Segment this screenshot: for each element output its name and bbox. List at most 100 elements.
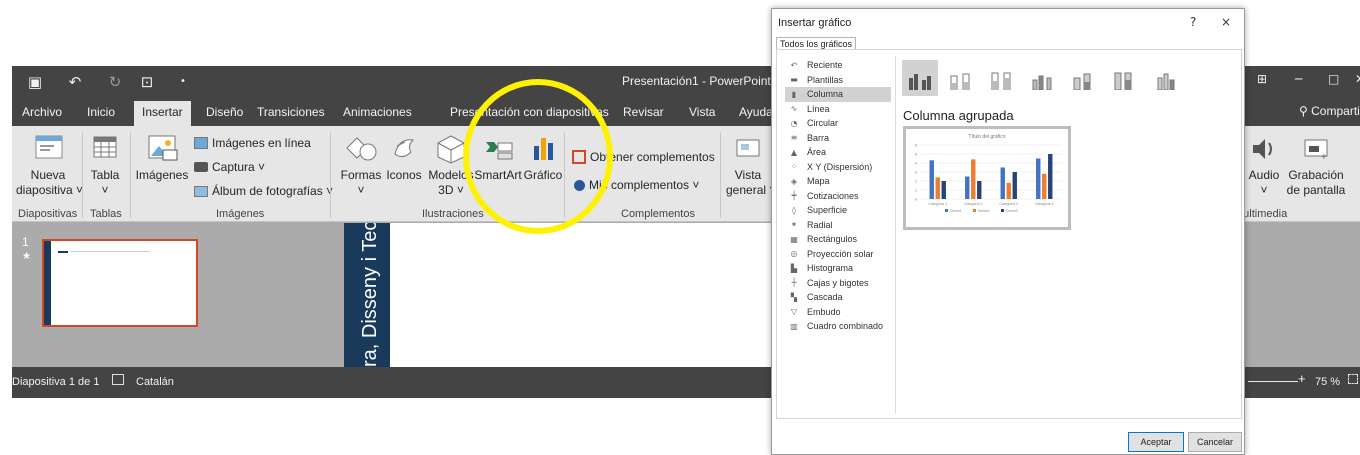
subtype-stacked-column[interactable] <box>943 60 979 96</box>
new-slide-button[interactable]: Nueva diapositiva ˅ <box>16 134 83 198</box>
legend-label: Series3 <box>1006 209 1018 213</box>
tab-archivo[interactable]: Archivo <box>22 105 62 119</box>
stock-chart-icon: ┿ <box>791 191 797 201</box>
dialog-close-button[interactable]: × <box>1221 15 1231 29</box>
subtype-100-stacked-column[interactable] <box>984 60 1020 96</box>
zoom-overview-button[interactable]: Vista general ˅ <box>726 134 776 198</box>
screen-recording-button[interactable]: + Grabación de pantalla <box>1284 134 1348 198</box>
category-item[interactable]: ▲ Área <box>785 145 891 160</box>
screen-record-icon: + <box>1304 139 1328 163</box>
table-button[interactable]: Tabla ˅ <box>88 134 122 198</box>
category-item[interactable]: ▮ Columna <box>785 87 891 102</box>
audio-button[interactable]: Audio ˅ <box>1244 134 1284 198</box>
photo-album-button[interactable]: Álbum de fotografías ˅ <box>194 184 333 198</box>
present-icon[interactable]: ⊡ <box>134 70 160 94</box>
category-item[interactable]: ∿ Línea <box>785 102 891 117</box>
chart-subtype-list <box>902 60 1184 96</box>
share-button[interactable]: ⚲ Comparti <box>1299 104 1360 118</box>
icons-label: Iconos <box>386 168 422 182</box>
category-label: Área <box>807 147 827 158</box>
category-item[interactable]: ◔ Circular <box>785 116 891 131</box>
chart-bar <box>1006 182 1011 199</box>
tab-insertar[interactable]: Insertar <box>134 101 191 126</box>
redo-icon[interactable]: ↻ <box>102 70 128 94</box>
language-label[interactable]: Catalán <box>136 376 174 388</box>
category-label: Radial <box>807 219 833 230</box>
chart-bar <box>929 160 934 199</box>
category-item[interactable]: ┿ Cotizaciones <box>785 189 891 204</box>
slide-thumbnail[interactable] <box>42 239 198 327</box>
screenshot-label: Captura ˅ <box>212 160 266 174</box>
window-title: Presentación1 - PowerPoint <box>622 74 771 88</box>
tab-vista[interactable]: Vista <box>689 105 715 119</box>
tab-transiciones[interactable]: Transiciones <box>257 105 325 119</box>
subtype-3d-clustered-column[interactable] <box>1025 60 1061 96</box>
category-item[interactable]: ↶ Reciente <box>785 58 891 73</box>
subtype-3d-stacked-column[interactable] <box>1066 60 1102 96</box>
chart-preview[interactable]: Título del gráfico 0 1 2 3 4 5 6 Categoría 1 Cate… <box>903 126 1071 230</box>
help-button[interactable]: ? <box>1190 15 1196 29</box>
treemap-chart-icon: ▦ <box>790 234 798 244</box>
y-tick-label: 2 <box>915 179 918 184</box>
table-label: Tabla <box>90 168 120 182</box>
3d-stacked-column-icon <box>1073 73 1091 90</box>
3d-percent-stacked-column-icon <box>1114 72 1132 90</box>
close-icon[interactable]: ✕ <box>1355 72 1360 86</box>
combo-chart-icon: ▥ <box>790 321 798 331</box>
screenshot-button[interactable]: Captura ˅ <box>194 160 265 174</box>
zoom-level[interactable]: 75 % <box>1315 376 1340 388</box>
online-pictures-button[interactable]: Imágenes en línea <box>194 136 311 150</box>
category-item[interactable]: ▙ Histograma <box>785 261 891 276</box>
shapes-dropdown-icon: ˅ <box>357 183 365 197</box>
zoom-slider[interactable] <box>1248 381 1298 382</box>
icons-button[interactable]: Iconos <box>382 134 426 183</box>
customize-qat-icon[interactable]: • <box>170 70 196 94</box>
sunburst-chart-icon: ◎ <box>790 249 798 259</box>
subtype-clustered-column[interactable] <box>902 60 938 96</box>
album-icon <box>194 185 208 197</box>
group-ilustraciones: Ilustraciones <box>422 208 484 220</box>
category-item[interactable]: ✶ Radial <box>785 218 891 233</box>
category-item[interactable]: ◊ Superficie <box>785 203 891 218</box>
ok-button[interactable]: Aceptar <box>1128 432 1184 452</box>
category-label: Superficie <box>807 205 848 216</box>
category-item[interactable]: ┼ Cajas y bigotes <box>785 276 891 291</box>
category-item[interactable]: ▬ Plantillas <box>785 73 891 88</box>
ribbon-display-icon[interactable]: ⊞ <box>1257 72 1267 86</box>
shapes-icon <box>346 137 377 161</box>
subtype-3d-column[interactable] <box>1148 60 1184 96</box>
category-item[interactable]: ≡ Barra <box>785 131 891 146</box>
tab-revisar[interactable]: Revisar <box>623 105 664 119</box>
subtype-3d-100-stacked-column[interactable] <box>1107 60 1143 96</box>
category-item[interactable]: ▚ Cascada <box>785 290 891 305</box>
category-item[interactable]: ▦ Rectángulos <box>785 232 891 247</box>
category-item[interactable]: ▥ Cuadro combinado <box>785 319 891 334</box>
minimize-icon[interactable]: ─ <box>1295 72 1302 86</box>
person-icon: ⚲ <box>1299 104 1308 118</box>
cancel-button[interactable]: Cancelar <box>1188 432 1242 452</box>
spellcheck-icon[interactable] <box>112 374 124 385</box>
shapes-button[interactable]: Formas ˅ <box>338 134 384 198</box>
category-item[interactable]: ◎ Proyección solar <box>785 247 891 262</box>
tab-ayuda[interactable]: Ayuda <box>739 105 773 119</box>
tab-inicio[interactable]: Inicio <box>87 105 115 119</box>
share-label: Comparti <box>1311 104 1360 118</box>
category-item[interactable]: ◈ Mapa <box>785 174 891 189</box>
recent-icon: ↶ <box>790 60 798 70</box>
tab-animaciones[interactable]: Animaciones <box>343 105 412 119</box>
save-icon[interactable]: ▣ <box>22 70 48 94</box>
fit-slide-icon[interactable] <box>1348 374 1358 384</box>
category-item[interactable]: ⁘ X Y (Dispersión) <box>785 160 891 175</box>
undo-icon[interactable]: ↶ <box>62 70 88 94</box>
group-imagenes: Imágenes <box>216 208 265 220</box>
zoom-in-icon[interactable]: + <box>1298 371 1306 386</box>
chart-bar <box>1000 167 1005 199</box>
category-item[interactable]: ▽ Embudo <box>785 305 891 320</box>
maximize-icon[interactable]: □ <box>1328 72 1339 86</box>
tab-diseno[interactable]: Diseño <box>206 105 243 119</box>
pictures-button[interactable]: Imágenes <box>134 134 190 183</box>
dialog-title: Insertar gráfico <box>778 17 852 29</box>
chart-bar <box>977 181 982 199</box>
group-complementos: Complementos <box>621 208 695 220</box>
x-tick-label: Categoría 3 <box>999 202 1018 206</box>
